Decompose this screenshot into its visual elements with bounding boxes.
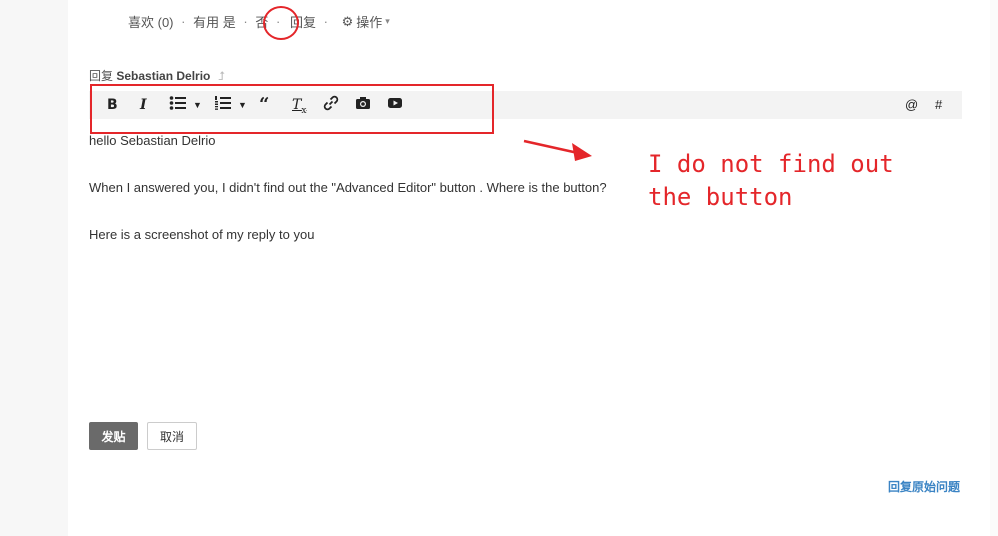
gear-icon: ⚙: [341, 13, 354, 29]
chevron-down-icon: ▾: [385, 16, 390, 26]
toolbar-highlight-annotation: [90, 84, 494, 134]
editor-line[interactable]: Here is a screenshot of my reply to you: [89, 227, 314, 242]
reply-heading: 回复 Sebastian Delrio ⮥: [89, 67, 225, 84]
right-gutter: [990, 0, 998, 536]
reply-original-link[interactable]: 回复原始问题: [888, 478, 960, 495]
arrow-annotation: [523, 139, 592, 161]
hashtag-button[interactable]: #: [935, 95, 942, 115]
reply-heading-prefix: 回复: [89, 69, 114, 83]
cancel-button[interactable]: 取消: [147, 422, 197, 450]
like-link[interactable]: 喜欢 (0): [128, 12, 174, 31]
operate-menu[interactable]: 操作: [356, 12, 382, 31]
reply-heading-name: Sebastian Delrio: [116, 69, 211, 83]
separator-dot: ·: [181, 14, 186, 29]
mention-button[interactable]: @: [905, 95, 918, 115]
annotation-note: I do not find out the button: [648, 150, 894, 211]
left-gutter: [0, 0, 68, 536]
post-actions: 喜欢 (0) · 有用 是 · 否 · 回复 · ⚙ 操作 ▾: [128, 12, 390, 31]
useful-label: 有用: [193, 15, 220, 30]
editor-line[interactable]: When I answered you, I didn't find out t…: [89, 180, 607, 195]
submit-button[interactable]: 发贴: [89, 422, 138, 450]
separator-dot: ·: [243, 14, 248, 29]
editor-line[interactable]: hello Sebastian Delrio: [89, 133, 215, 148]
useful-yes-link[interactable]: 是: [223, 12, 236, 31]
arrow-up-icon[interactable]: ⮥: [218, 69, 225, 83]
circle-annotation: [263, 6, 299, 40]
separator-dot: ·: [323, 14, 328, 29]
